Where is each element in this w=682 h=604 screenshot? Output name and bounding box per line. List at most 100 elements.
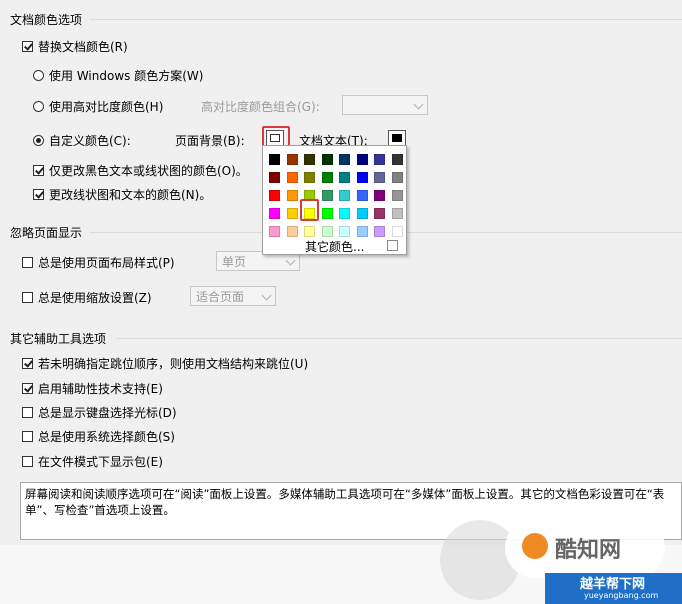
document-text-color-button[interactable] [388, 130, 406, 146]
page-layout-value: 单页 [222, 254, 247, 269]
use-windows-scheme-radio[interactable]: 使用 Windows 颜色方案(W) [33, 67, 203, 84]
custom-color-label: 自定义颜色(C): [49, 134, 131, 148]
enable-assistive-checkbox[interactable]: 启用辅助性技术支持(E) [22, 380, 163, 397]
watermark-brand-icon [522, 533, 548, 559]
change-line-art-label: 更改线状图和文本的颜色(N)。 [49, 188, 212, 202]
section-ignore-layout-title: 忽略页面显示 [10, 226, 83, 240]
palette-swatch[interactable] [391, 208, 403, 219]
palette-swatch[interactable] [374, 226, 385, 237]
palette-swatch[interactable] [356, 190, 368, 201]
palette-swatch[interactable] [339, 190, 350, 201]
palette-swatch[interactable] [339, 208, 350, 219]
change-line-art-checkbox[interactable]: 更改线状图和文本的颜色(N)。 [33, 186, 211, 203]
checkbox-box[interactable] [33, 189, 44, 200]
palette-swatch[interactable] [286, 154, 298, 165]
replace-doc-colors-checkbox[interactable]: 替换文档颜色(R) [22, 38, 128, 55]
high-contrast-combo-dropdown[interactable] [342, 95, 428, 115]
palette-swatch[interactable] [356, 154, 368, 165]
checkbox-box[interactable] [22, 383, 33, 394]
palette-swatch[interactable] [339, 172, 350, 183]
watermark-brand-text: 酷知网 [555, 538, 622, 563]
palette-swatch[interactable] [269, 172, 280, 183]
chevron-down-icon [413, 99, 424, 110]
palette-swatch[interactable] [286, 226, 298, 237]
palette-swatch[interactable] [269, 208, 280, 219]
radio-circle[interactable] [33, 70, 44, 81]
use-system-selection-checkbox[interactable]: 总是使用系统选择颜色(S) [22, 428, 175, 445]
checkbox-box[interactable] [22, 358, 33, 369]
only-black-text-checkbox[interactable]: 仅更改黑色文本或线状图的颜色(O)。 [33, 162, 248, 179]
always-zoom-label: 总是使用缩放设置(Z) [38, 291, 152, 305]
highlight-box-yellow-swatch [300, 199, 319, 221]
palette-swatch[interactable] [339, 154, 350, 165]
palette-swatch[interactable] [286, 172, 298, 183]
checkbox-box[interactable] [22, 292, 33, 303]
palette-swatch[interactable] [321, 154, 333, 165]
palette-swatch[interactable] [356, 208, 368, 219]
checkbox-box[interactable] [33, 165, 44, 176]
palette-swatch[interactable] [321, 190, 333, 201]
palette-swatch[interactable] [339, 226, 350, 237]
zoom-value: 适合页面 [196, 289, 245, 304]
section-divider [116, 338, 682, 339]
watermark-site-text: yueyangbang.com [584, 591, 659, 600]
show-keyboard-cursor-label: 总是显示键盘选择光标(D) [38, 406, 177, 420]
section-divider [90, 19, 682, 20]
palette-swatch[interactable] [391, 190, 403, 201]
radio-circle[interactable] [33, 135, 44, 146]
chevron-down-icon [261, 290, 272, 301]
palette-swatch[interactable] [304, 226, 315, 237]
always-page-layout-checkbox[interactable]: 总是使用页面布局样式(P) [22, 254, 175, 271]
palette-swatch[interactable] [374, 208, 385, 219]
section-doc-colors-title: 文档颜色选项 [10, 13, 83, 27]
show-portfolio-checkbox[interactable]: 在文件模式下显示包(E) [22, 453, 163, 470]
palette-swatch[interactable] [321, 226, 333, 237]
use-high-contrast-radio[interactable]: 使用高对比度颜色(H) [33, 98, 163, 115]
custom-color-radio[interactable]: 自定义颜色(C): [33, 132, 131, 149]
high-contrast-combo-label: 高对比度颜色组合(G): [201, 100, 320, 114]
checkbox-box[interactable] [22, 431, 33, 442]
color-palette-popup: 其它颜色... [262, 145, 407, 255]
zoom-dropdown[interactable]: 适合页面 [190, 286, 276, 306]
palette-swatch[interactable] [391, 172, 403, 183]
checkbox-box[interactable] [22, 257, 33, 268]
palette-swatch[interactable] [391, 154, 403, 165]
chevron-down-icon [285, 255, 296, 266]
document-text-swatch [392, 134, 402, 142]
use-structure-order-label: 若未明确指定跳位顺序，则使用文档结构来跳位(U) [38, 357, 309, 371]
show-portfolio-label: 在文件模式下显示包(E) [38, 455, 163, 469]
radio-circle[interactable] [33, 101, 44, 112]
palette-swatch[interactable] [321, 172, 333, 183]
show-keyboard-cursor-checkbox[interactable]: 总是显示键盘选择光标(D) [22, 404, 177, 421]
use-structure-order-checkbox[interactable]: 若未明确指定跳位顺序，则使用文档结构来跳位(U) [22, 355, 308, 372]
palette-swatch[interactable] [269, 226, 280, 237]
palette-swatch[interactable] [374, 172, 385, 183]
always-zoom-checkbox[interactable]: 总是使用缩放设置(Z) [22, 289, 152, 306]
palette-swatch[interactable] [356, 226, 368, 237]
palette-swatch[interactable] [286, 190, 298, 201]
checkbox-box[interactable] [22, 41, 33, 52]
use-high-contrast-label: 使用高对比度颜色(H) [49, 100, 164, 114]
only-black-text-label: 仅更改黑色文本或线状图的颜色(O)。 [49, 164, 248, 178]
use-windows-scheme-label: 使用 Windows 颜色方案(W) [49, 69, 204, 83]
palette-swatch[interactable] [286, 208, 298, 219]
more-colors-swatch[interactable] [387, 240, 398, 251]
more-colors-button[interactable]: 其它颜色... [305, 238, 364, 255]
palette-swatch[interactable] [356, 172, 368, 183]
palette-swatch[interactable] [304, 154, 315, 165]
palette-swatch[interactable] [391, 226, 403, 237]
palette-swatch[interactable] [374, 190, 385, 201]
palette-swatch[interactable] [269, 190, 280, 201]
palette-swatch[interactable] [321, 208, 333, 219]
palette-swatch[interactable] [269, 154, 280, 165]
palette-swatch[interactable] [374, 154, 385, 165]
watermark-site-title: 越羊帮下网 [580, 577, 646, 592]
always-page-layout-label: 总是使用页面布局样式(P) [38, 256, 175, 270]
enable-assistive-label: 启用辅助性技术支持(E) [38, 382, 163, 396]
replace-doc-colors-label: 替换文档颜色(R) [38, 40, 128, 54]
palette-swatch[interactable] [304, 172, 315, 183]
checkbox-box[interactable] [22, 407, 33, 418]
use-system-selection-label: 总是使用系统选择颜色(S) [38, 430, 175, 444]
checkbox-box[interactable] [22, 456, 33, 467]
page-background-label: 页面背景(B): [175, 134, 245, 148]
